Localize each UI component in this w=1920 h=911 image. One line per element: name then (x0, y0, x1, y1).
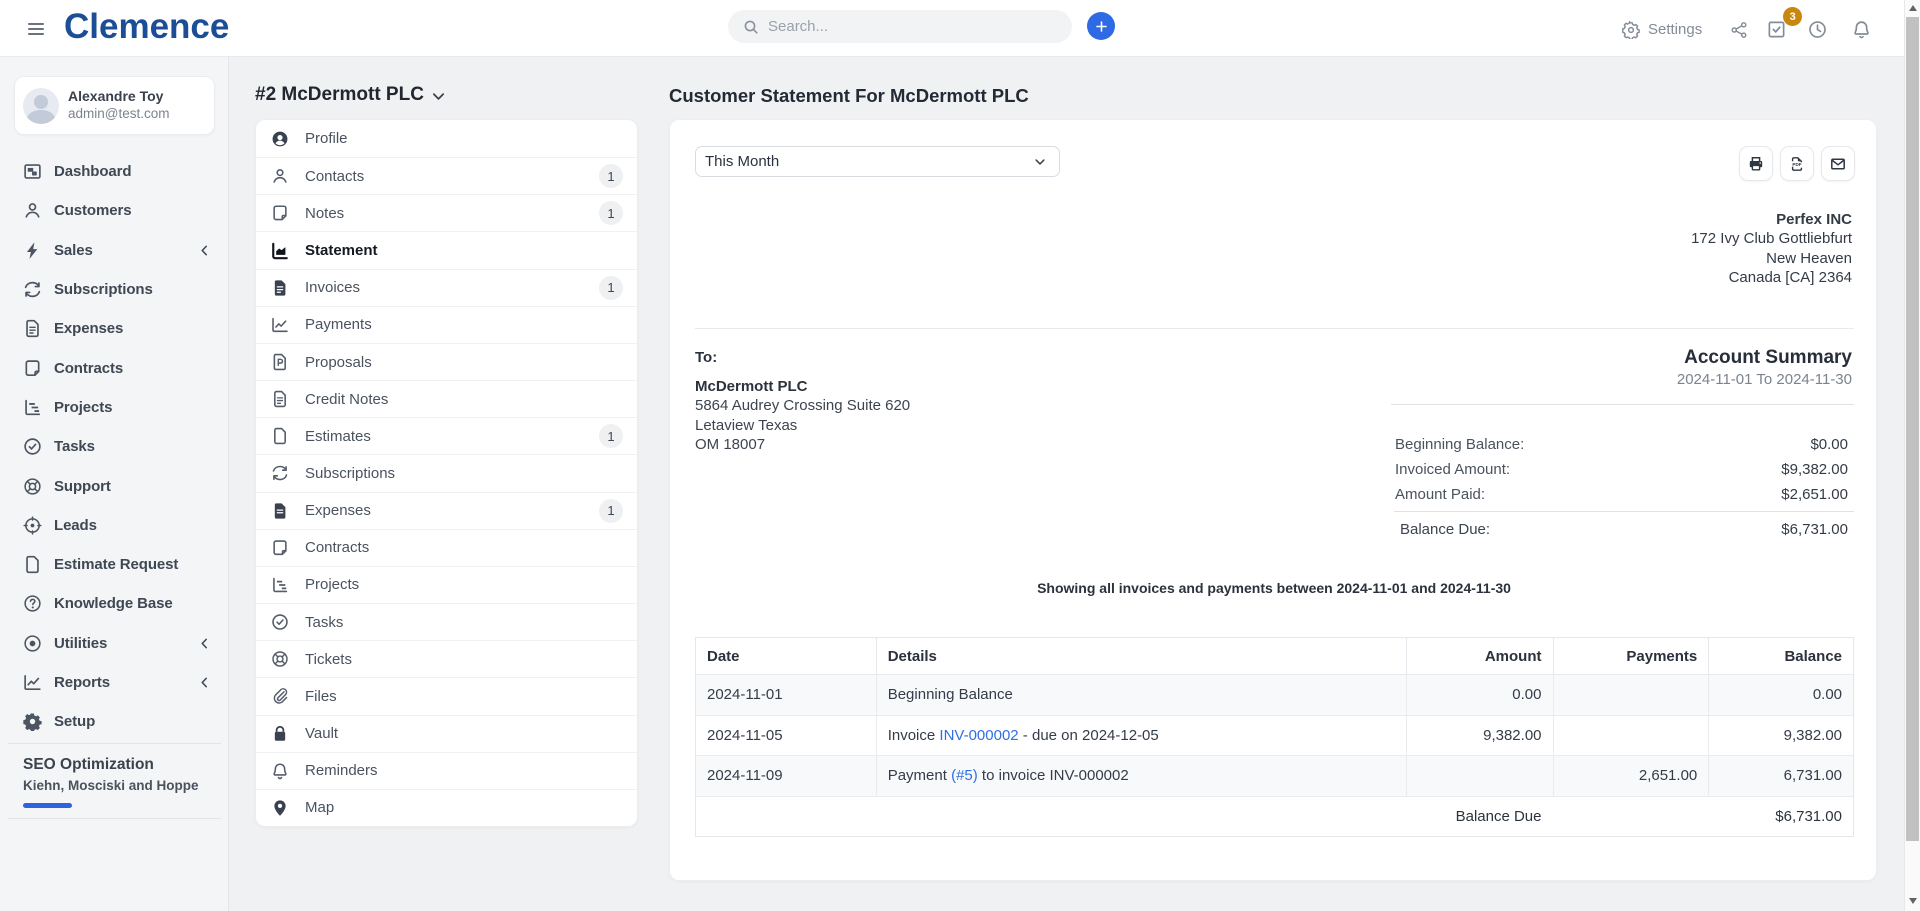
svg-text:PDF: PDF (1792, 161, 1801, 166)
